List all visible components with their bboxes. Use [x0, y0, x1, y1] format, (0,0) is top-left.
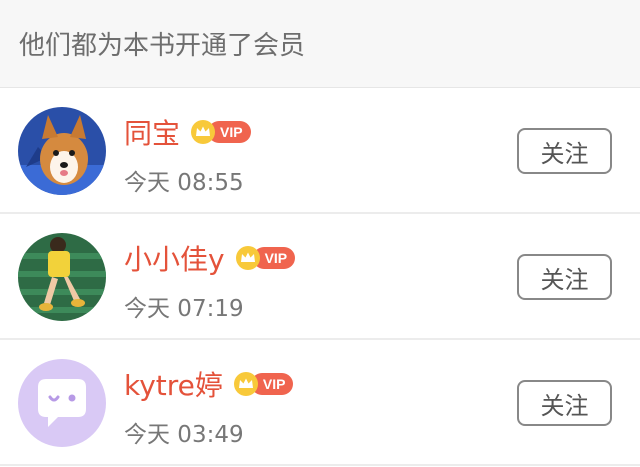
crown-icon [233, 372, 258, 396]
member-name[interactable]: 小小佳y [124, 238, 225, 278]
vip-badge: VIP [190, 120, 251, 144]
follow-button[interactable]: 关注 [517, 380, 612, 426]
list-item[interactable]: 小小佳y VIP 今天 07:19 关注 [0, 214, 640, 340]
crown-icon [235, 246, 260, 270]
join-time: 今天 07:19 [124, 296, 244, 322]
member-name[interactable]: 同宝 [124, 112, 180, 152]
section-title: 他们都为本书开通了会员 [19, 31, 306, 61]
follow-button[interactable]: 关注 [517, 128, 612, 174]
list-item[interactable]: 同宝 VIP 今天 08:55 关注 [0, 88, 640, 214]
section-header: 他们都为本书开通了会员 [0, 0, 640, 88]
list-item[interactable]: kytre婷 VIP 今天 03:49 关注 [0, 340, 640, 466]
vip-badge: VIP [233, 372, 294, 396]
follow-button[interactable]: 关注 [517, 254, 612, 300]
avatar[interactable] [18, 107, 106, 195]
vip-badge: VIP [235, 246, 296, 270]
avatar[interactable] [18, 233, 106, 321]
join-time: 今天 08:55 [124, 170, 244, 196]
chat-bubble-icon [18, 359, 106, 447]
member-list: 同宝 VIP 今天 08:55 关注 小小佳y VIP 今天 07:19 关注 … [0, 88, 640, 466]
join-time: 今天 03:49 [124, 422, 244, 448]
avatar[interactable] [18, 359, 106, 447]
member-name[interactable]: kytre婷 [124, 364, 223, 404]
crown-icon [191, 120, 216, 144]
